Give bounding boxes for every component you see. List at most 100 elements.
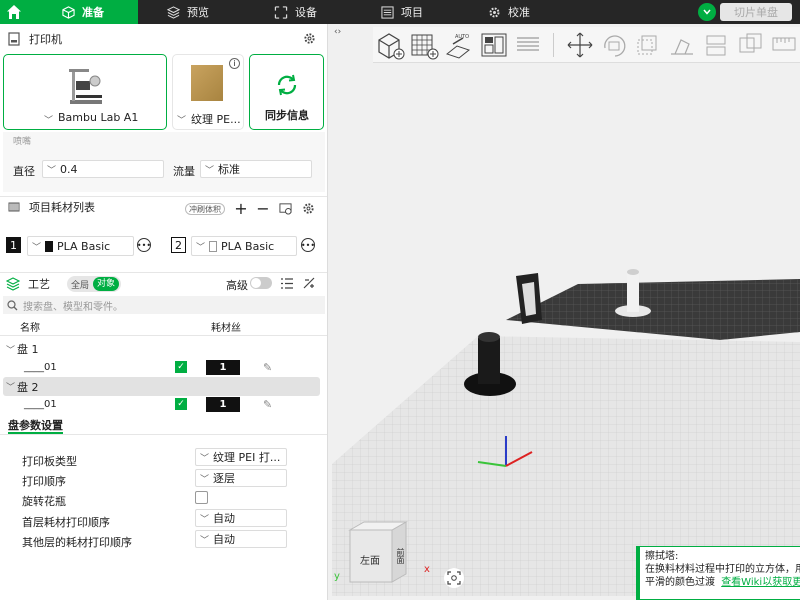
scale-icon[interactable] xyxy=(633,30,663,60)
plate-card[interactable]: i ﹀ 纹理 PE... xyxy=(172,54,244,130)
tab-label: 预览 xyxy=(187,6,209,19)
filament-color-swatch xyxy=(209,240,218,252)
filament-slot-2[interactable]: 2 xyxy=(171,237,186,253)
remove-filament-button[interactable]: − xyxy=(256,199,270,218)
flush-volume-button[interactable]: 冲刷体积 xyxy=(185,203,225,215)
flow-select[interactable]: ﹀ 标准 xyxy=(200,160,312,178)
compare-icon[interactable] xyxy=(302,276,316,290)
auto-orient-icon[interactable]: AUTO xyxy=(443,30,473,60)
gear-icon xyxy=(489,6,500,18)
add-object-icon[interactable] xyxy=(375,30,405,60)
printable-checkbox[interactable]: ✓ xyxy=(175,398,187,410)
diameter-label: 直径 xyxy=(13,165,35,178)
filament-select-1[interactable]: ﹀ PLA Basic xyxy=(27,236,134,256)
setting-value: 自动 xyxy=(213,512,236,525)
first-layer-order-select[interactable]: ﹀ 自动 xyxy=(195,509,287,527)
divider xyxy=(0,434,327,435)
chevron-down-icon: ﹀ xyxy=(44,116,54,126)
chevron-down-icon: ﹀ xyxy=(200,453,210,464)
global-object-toggle[interactable]: 全局 对象 xyxy=(67,276,121,292)
list-view-icon[interactable] xyxy=(280,276,294,290)
measure-icon[interactable] xyxy=(769,30,799,60)
3d-viewport[interactable]: ‹› 左面 前面 y x xyxy=(328,24,800,600)
setting-label: 其他层的耗材打印顺序 xyxy=(22,536,132,549)
lay-on-face-icon[interactable] xyxy=(667,30,697,60)
info-icon[interactable]: i xyxy=(229,58,240,69)
arrange-icon[interactable] xyxy=(479,30,509,60)
tab-prepare[interactable]: 准备 xyxy=(28,0,138,24)
printable-checkbox[interactable]: ✓ xyxy=(175,361,187,373)
filament-select-2[interactable]: ﹀ PLA Basic xyxy=(191,236,297,256)
nozzle-label: 喷嘴 xyxy=(13,137,32,147)
home-button[interactable] xyxy=(0,0,28,24)
chevron-down-icon: ﹀ xyxy=(32,242,42,253)
process-section-title: 工艺 xyxy=(28,278,50,291)
search-icon xyxy=(7,299,18,310)
sync-icon xyxy=(277,74,297,96)
setting-value: 逐层 xyxy=(213,472,236,485)
object-row[interactable]: ____01 ✓ 1 ✎ xyxy=(0,359,327,377)
chevron-down-icon[interactable]: ﹀ xyxy=(6,343,15,356)
object-row[interactable]: ____01 ✓ 1 ✎ xyxy=(0,396,327,414)
tab-device[interactable]: 设备 xyxy=(274,0,317,24)
view-cube[interactable]: 左面 前面 xyxy=(348,518,420,588)
paint-brush-icon[interactable]: ✎ xyxy=(263,398,272,411)
filament-more-icon[interactable]: ••• xyxy=(137,238,151,252)
diameter-value: 0.4 xyxy=(60,162,78,176)
plate-group-row[interactable]: ﹀ 盘 1 xyxy=(0,340,327,358)
filament-number: 2 xyxy=(175,238,182,252)
filament-section-title: 项目耗材列表 xyxy=(29,201,95,214)
search-placeholder: 搜索盘、模型和零件。 xyxy=(23,301,123,313)
cube-icon xyxy=(62,5,75,19)
add-plate-icon[interactable] xyxy=(409,30,439,60)
plate-settings-tab[interactable]: 盘参数设置 xyxy=(8,417,63,434)
layers-icon xyxy=(167,5,180,19)
other-layers-order-select[interactable]: ﹀ 自动 xyxy=(195,530,287,548)
object-filament-badge[interactable]: 1 xyxy=(206,360,240,375)
chevron-down-icon: ﹀ xyxy=(200,514,210,525)
plate-group-row-selected[interactable]: ﹀ 盘 2 xyxy=(3,377,320,396)
axis-y-label: y xyxy=(334,571,340,582)
fit-view-icon[interactable] xyxy=(444,568,464,588)
wiki-link[interactable]: 查看Wiki以获取更多 xyxy=(721,577,800,588)
advanced-switch[interactable] xyxy=(250,277,272,289)
chevron-down-icon: ﹀ xyxy=(177,116,187,126)
split-layers-icon[interactable] xyxy=(513,30,543,60)
filament-settings-gear-icon[interactable] xyxy=(301,201,315,215)
rotate-icon[interactable] xyxy=(599,30,629,60)
print-sequence-select[interactable]: ﹀ 逐层 xyxy=(195,469,287,487)
spiral-vase-checkbox[interactable] xyxy=(195,491,208,504)
bed-type-select[interactable]: ﹀ 纹理 PEI 打... xyxy=(195,448,287,466)
diameter-select[interactable]: ﹀ 0.4 xyxy=(42,160,164,178)
tab-label: 校准 xyxy=(508,6,530,19)
chevron-down-icon[interactable]: ﹀ xyxy=(6,380,15,393)
tooltip-line: 平滑的颜色过渡 xyxy=(645,577,715,588)
tab-calibration[interactable]: 校准 xyxy=(488,0,530,24)
filament-slot-1[interactable]: 1 xyxy=(6,237,21,253)
paint-brush-icon[interactable]: ✎ xyxy=(263,361,272,374)
filament-more-icon[interactable]: ••• xyxy=(301,238,315,252)
cut-icon[interactable] xyxy=(701,30,731,60)
sync-info-button[interactable]: 同步信息 xyxy=(249,54,324,130)
toggle-object[interactable]: 对象 xyxy=(93,277,119,291)
plate-settings-tab-label: 盘参数设置 xyxy=(8,419,63,432)
tab-preview[interactable]: 预览 xyxy=(167,0,209,24)
slice-plate-button[interactable]: 切片单盘 xyxy=(720,3,792,21)
move-icon[interactable] xyxy=(565,30,595,60)
add-filament-button[interactable]: + xyxy=(234,199,248,218)
printer-settings-gear-icon[interactable] xyxy=(302,31,316,45)
toggle-global[interactable]: 全局 xyxy=(67,278,93,291)
wipe-tower-tooltip: 擦拭塔: 在换料材料过程中打印的立方体，用于 平滑的颜色过渡 查看Wiki以获取… xyxy=(636,546,800,600)
printer-image xyxy=(69,69,102,104)
filament-name: PLA Basic xyxy=(57,239,111,253)
slice-dropdown-toggle[interactable] xyxy=(698,3,716,21)
object-filament-badge[interactable]: 1 xyxy=(206,397,240,412)
search-bar[interactable]: 搜索盘、模型和零件。 xyxy=(3,296,325,314)
printer-card[interactable]: ﹀ Bambu Lab A1 xyxy=(3,54,167,130)
filament-sync-icon[interactable] xyxy=(278,201,292,215)
tab-project[interactable]: 项目 xyxy=(381,0,423,24)
plate-thumbnail xyxy=(191,65,223,101)
advanced-label: 高级 xyxy=(226,279,248,292)
boolean-icon[interactable] xyxy=(735,30,765,60)
left-sidebar: 打印机 ﹀ Bambu Lab A1 i ﹀ 纹理 PE... 同步信息 喷嘴 … xyxy=(0,24,328,600)
